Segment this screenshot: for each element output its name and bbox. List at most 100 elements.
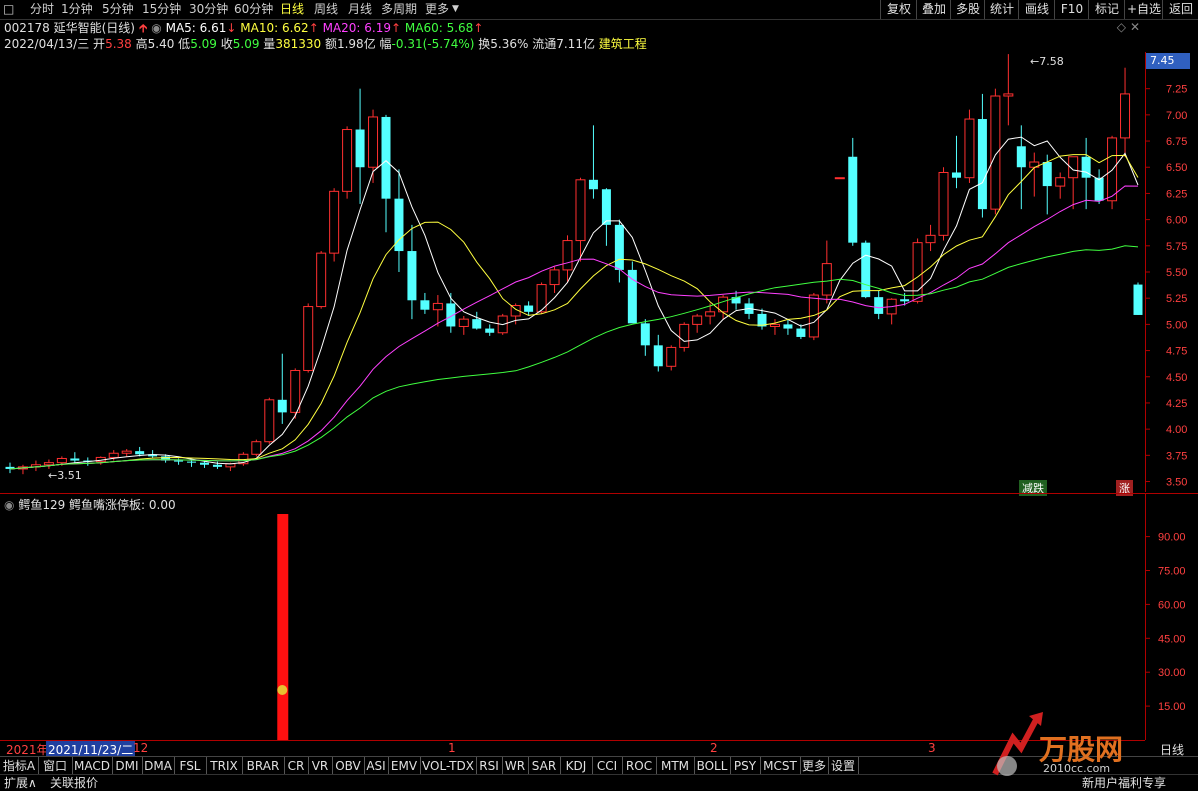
candle xyxy=(43,459,54,469)
indicator-tab-21[interactable]: BOLL xyxy=(694,757,731,775)
candle xyxy=(420,292,430,314)
indicator-tab-2[interactable]: MACD xyxy=(72,757,113,775)
indicator-tab-0[interactable]: 指标A xyxy=(0,757,39,775)
candle xyxy=(121,449,132,457)
candle xyxy=(407,224,417,320)
draw-line-button[interactable]: 画线 xyxy=(1018,0,1055,19)
sector-link[interactable]: 建筑工程 xyxy=(599,37,647,51)
diamond-icon[interactable]: ◇ xyxy=(1117,20,1126,34)
linked-quote-button[interactable]: 关联报价 xyxy=(50,775,98,791)
volume-value: 381330 xyxy=(275,37,322,51)
indicator-chart[interactable]: 90.00 75.00 60.00 45.00 30.00 15.00 xyxy=(0,494,1198,740)
period-15min[interactable]: 15分钟 xyxy=(142,1,181,18)
candle xyxy=(1055,172,1066,199)
period-60min[interactable]: 60分钟 xyxy=(234,1,273,18)
float-label: 流通 xyxy=(532,37,557,51)
period-30min[interactable]: 30分钟 xyxy=(189,1,228,18)
turnover-value: 5.36% xyxy=(490,37,529,51)
period-daily[interactable]: 日线 xyxy=(280,1,304,18)
candle xyxy=(601,188,611,246)
ma10-line xyxy=(9,154,1139,470)
period-more[interactable]: 更多 xyxy=(425,1,449,18)
candle xyxy=(1094,169,1104,204)
indicator-tab-11[interactable]: ASI xyxy=(364,757,389,775)
indicator-tab-20[interactable]: MTM xyxy=(656,757,695,775)
candle xyxy=(17,464,28,475)
indicator-tab-17[interactable]: KDJ xyxy=(560,757,593,775)
indicator-tab-5[interactable]: FSL xyxy=(174,757,207,775)
watermark-url: 2010cc.com xyxy=(1043,762,1111,775)
indicator-tab-23[interactable]: MCST xyxy=(760,757,801,775)
price-tick-label: 4.50 xyxy=(1166,372,1187,384)
expand-button[interactable]: 扩展∧ xyxy=(4,775,37,791)
indicator-tick-label: 45.00 xyxy=(1158,633,1186,645)
period-weekly[interactable]: 周线 xyxy=(314,1,338,18)
low-label: 低 xyxy=(178,37,191,51)
period-monthly[interactable]: 月线 xyxy=(348,1,372,18)
indicator-tab-8[interactable]: CR xyxy=(284,757,309,775)
indicator-tab-9[interactable]: VR xyxy=(308,757,333,775)
up-arrow-icon: ↑ xyxy=(473,21,484,35)
candle xyxy=(679,322,690,352)
candle xyxy=(614,219,624,283)
price-tick-label: 5.25 xyxy=(1166,293,1187,305)
overlay-button[interactable]: 叠加 xyxy=(916,0,951,19)
amount-label: 额 xyxy=(324,37,337,51)
settings-circle-icon[interactable]: ◉ xyxy=(151,21,161,35)
indicator-tab-22[interactable]: PSY xyxy=(730,757,761,775)
candle xyxy=(1068,156,1079,210)
candle xyxy=(640,319,650,356)
indicator-tab-13[interactable]: VOL-TDX xyxy=(420,757,477,775)
candle xyxy=(861,240,871,299)
candle xyxy=(821,240,832,304)
candle xyxy=(303,303,314,373)
up-arrow-icon: ↑ xyxy=(391,21,402,35)
ma60-line xyxy=(9,245,1139,470)
f10-button[interactable]: F10 xyxy=(1054,0,1089,19)
candlestick-chart[interactable]: 7.25 7.00 6.75 6.50 6.25 6.00 5.75 5.50 5.25 5.00… xyxy=(0,52,1198,492)
indicator-tab-1[interactable]: 窗口 xyxy=(38,757,73,775)
indicator-tab-14[interactable]: RSI xyxy=(476,757,503,775)
period-5min[interactable]: 5分钟 xyxy=(102,1,134,18)
period-intraday[interactable]: 分时 xyxy=(30,1,54,18)
period-multi[interactable]: 多周期 xyxy=(381,1,417,18)
back-button[interactable]: 返回 xyxy=(1162,0,1198,19)
indicator-tab-19[interactable]: ROC xyxy=(622,757,657,775)
period-1min[interactable]: 1分钟 xyxy=(61,1,93,18)
window-menu-icon[interactable]: □ xyxy=(3,1,15,18)
multi-stock-button[interactable]: 多股 xyxy=(950,0,985,19)
low-value-label: 3.51 xyxy=(57,469,82,482)
indicator-tab-4[interactable]: DMA xyxy=(142,757,175,775)
up-arrow-icon: 🡱 xyxy=(138,21,148,35)
indicator-tab-15[interactable]: WR xyxy=(502,757,529,775)
price-tick-label: 6.00 xyxy=(1166,215,1187,227)
candle xyxy=(769,319,780,335)
change-label: 幅 xyxy=(379,37,392,51)
price-tick-label: 6.75 xyxy=(1166,136,1187,148)
indicator-tab-12[interactable]: EMV xyxy=(388,757,421,775)
quote-line: 2022/04/13/三 开5.38 高5.40 低5.09 收5.09 量38… xyxy=(4,36,647,52)
indicator-tab-6[interactable]: TRIX xyxy=(206,757,243,775)
candle xyxy=(653,334,663,372)
indicator-tab-10[interactable]: OBV xyxy=(332,757,365,775)
indicator-tab-18[interactable]: CCI xyxy=(592,757,623,775)
adjust-button[interactable]: 复权 xyxy=(880,0,917,19)
amount-value: 1.98亿 xyxy=(336,37,376,51)
indicator-tab-7[interactable]: BRAR xyxy=(242,757,285,775)
indicator-tab-16[interactable]: SAR xyxy=(528,757,561,775)
ma60-value: MA60: 5.68 xyxy=(404,21,474,35)
candle xyxy=(394,169,404,272)
close-icon[interactable]: ✕ xyxy=(1130,20,1140,34)
open-label: 开 xyxy=(93,37,106,51)
float-value: 7.11亿 xyxy=(556,37,595,51)
candle xyxy=(472,311,482,330)
candle xyxy=(1133,282,1143,315)
stats-button[interactable]: 统计 xyxy=(984,0,1019,19)
chevron-down-icon[interactable]: ▼ xyxy=(452,1,459,18)
add-watchlist-button[interactable]: +自选 xyxy=(1124,0,1163,19)
indicator-tab-25[interactable]: 设置 xyxy=(828,757,859,775)
mark-button[interactable]: 标记 xyxy=(1088,0,1125,19)
indicator-tab-24[interactable]: 更多 xyxy=(800,757,829,775)
indicator-tab-3[interactable]: DMI xyxy=(112,757,143,775)
candle xyxy=(718,295,729,320)
